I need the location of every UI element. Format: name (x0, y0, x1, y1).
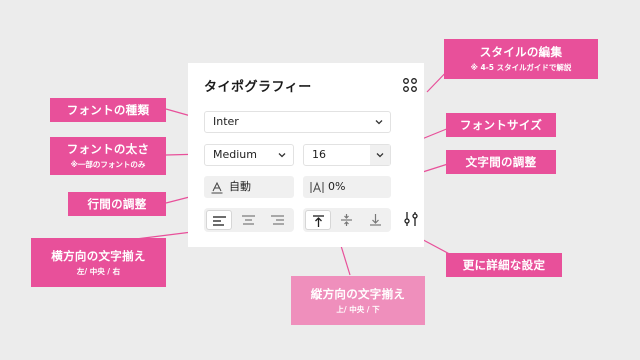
callout-font-type: フォントの種類 (50, 98, 166, 122)
align-bottom-icon (370, 214, 381, 226)
callout-font-weight: フォントの太さ ※一部のフォントのみ (50, 137, 166, 175)
callout-style-edit-title: スタイルの編集 (479, 45, 563, 59)
font-family-select[interactable]: Inter (204, 111, 391, 133)
callout-letter-spacing: 文字間の調整 (446, 150, 556, 174)
callout-font-weight-note: ※一部のフォントのみ (70, 160, 146, 169)
callout-font-type-title: フォントの種類 (66, 102, 150, 117)
sliders-icon (404, 212, 418, 226)
chevron-down-icon (375, 120, 383, 125)
callout-style-edit-note: ※ 4-5 スタイルガイドで解説 (470, 63, 572, 72)
screen: タイポグラフィー Inter Medium 16 自動 0% スタイルの編集 ※… (0, 0, 640, 360)
callout-line-height-title: 行間の調整 (87, 196, 147, 211)
font-family-value: Inter (213, 115, 239, 128)
font-weight-value: Medium (213, 148, 257, 161)
align-center-icon (242, 215, 255, 225)
callout-horizontal-align-note: 左/ 中央 / 右 (76, 266, 121, 276)
font-size-value: 16 (312, 148, 326, 161)
letter-spacing-input[interactable]: 0% (303, 176, 391, 198)
font-weight-select[interactable]: Medium (204, 144, 294, 166)
callout-font-size: フォントサイズ (446, 113, 556, 137)
callout-line-height: 行間の調整 (68, 192, 166, 216)
vertical-align-group (303, 208, 391, 232)
font-size-dropdown-button[interactable] (370, 145, 390, 165)
callout-more-settings-title: 更に詳細な設定 (462, 257, 546, 272)
panel-title: タイポグラフィー (204, 80, 312, 95)
line-height-value: 自動 (229, 180, 251, 193)
horizontal-align-group (204, 208, 294, 232)
align-left-button[interactable] (206, 210, 232, 230)
align-right-button[interactable] (265, 210, 291, 230)
align-middle-button[interactable] (334, 210, 360, 230)
callout-vertical-align-note: 上/ 中央 / 下 (336, 304, 380, 314)
align-top-icon (313, 215, 324, 227)
callout-more-settings: 更に詳細な設定 (446, 253, 562, 277)
letter-spacing-value: 0% (328, 180, 346, 193)
align-bottom-button[interactable] (363, 210, 389, 230)
callout-letter-spacing-title: 文字間の調整 (465, 154, 537, 169)
four-dots-icon[interactable] (402, 77, 418, 93)
callout-font-size-title: フォントサイズ (459, 117, 543, 132)
callout-horizontal-align: 横方向の文字揃え 左/ 中央 / 右 (31, 238, 166, 287)
letter-spacing-icon (310, 181, 324, 193)
chevron-down-icon (278, 153, 286, 158)
align-top-button[interactable] (305, 210, 331, 230)
callout-vertical-align-title: 縦方向の文字揃え (310, 286, 406, 301)
chevron-down-icon (376, 153, 384, 158)
callout-horizontal-align-title: 横方向の文字揃え (51, 248, 146, 263)
callout-vertical-align: 縦方向の文字揃え 上/ 中央 / 下 (291, 276, 425, 325)
align-middle-icon (341, 214, 352, 226)
font-size-select[interactable]: 16 (303, 144, 391, 166)
line-height-input[interactable]: 自動 (204, 176, 294, 198)
more-settings-button[interactable] (402, 210, 420, 228)
align-center-button[interactable] (236, 210, 262, 230)
callout-style-edit: スタイルの編集 ※ 4-5 スタイルガイドで解説 (444, 39, 598, 79)
align-left-icon (213, 216, 226, 226)
line-height-icon (211, 181, 223, 194)
align-right-icon (271, 215, 284, 225)
callout-font-weight-title: フォントの太さ (66, 142, 150, 156)
